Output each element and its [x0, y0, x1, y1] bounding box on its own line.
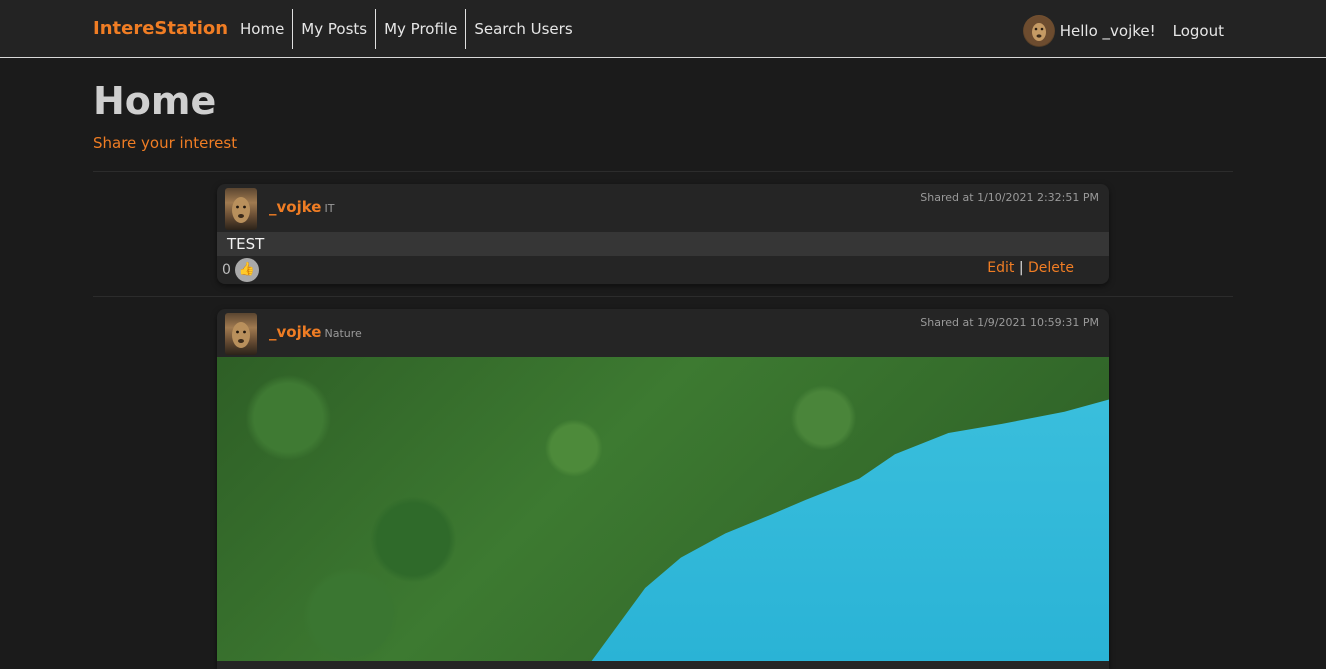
nav-link-my-posts[interactable]: My Posts	[293, 9, 375, 49]
post-body: TEST	[217, 232, 1109, 256]
nav-link-my-profile[interactable]: My Profile	[376, 9, 465, 49]
post-category: IT	[324, 202, 335, 215]
post-timestamp: Shared at 1/9/2021 10:59:31 PM	[920, 316, 1099, 329]
post-timestamp: Shared at 1/10/2021 2:32:51 PM	[920, 191, 1099, 204]
post-avatar-icon[interactable]	[225, 188, 257, 230]
post-footer: 0 👍 Edit | Delete	[217, 256, 1109, 284]
post-author-link[interactable]: _vojke IT	[269, 198, 334, 216]
greeting-text: Hello _vojke!	[1059, 22, 1156, 40]
like-count: 0	[222, 262, 231, 278]
user-menu: Hello _vojke! Logout	[1022, 15, 1224, 47]
share-interest-link[interactable]: Share your interest	[93, 134, 237, 152]
post-avatar-icon[interactable]	[225, 313, 257, 355]
post-card: _vojke Nature Shared at 1/9/2021 10:59:31…	[217, 309, 1109, 669]
top-navbar: IntereStation Home My Posts My Profile S…	[0, 0, 1326, 58]
post-card: _vojke IT Shared at 1/10/2021 2:32:51 PM …	[217, 184, 1109, 284]
lake-water	[591, 399, 1109, 661]
post-header: _vojke Nature Shared at 1/9/2021 10:59:31…	[217, 309, 1109, 357]
divider	[93, 171, 1233, 172]
edit-link[interactable]: Edit	[987, 260, 1014, 276]
post-author-link[interactable]: _vojke Nature	[269, 323, 362, 341]
user-avatar-icon[interactable]	[1022, 15, 1055, 47]
post-category: Nature	[324, 327, 362, 340]
post-author-name: _vojke	[269, 323, 322, 341]
post-header: _vojke IT Shared at 1/10/2021 2:32:51 PM	[217, 184, 1109, 232]
post-actions: Edit | Delete	[987, 260, 1074, 276]
logout-link[interactable]: Logout	[1173, 22, 1224, 40]
thumbs-up-icon[interactable]: 👍	[235, 258, 259, 282]
post-author-name: _vojke	[269, 198, 322, 216]
nav-links: Home My Posts My Profile Search Users	[232, 9, 581, 49]
brand-link[interactable]: IntereStation	[93, 18, 228, 39]
nav-link-search-users[interactable]: Search Users	[466, 9, 580, 49]
page-title: Home	[93, 79, 217, 123]
post-image[interactable]	[217, 357, 1109, 661]
delete-link[interactable]: Delete	[1028, 260, 1074, 276]
divider	[93, 296, 1233, 297]
action-separator: |	[1018, 260, 1024, 276]
nav-link-home[interactable]: Home	[232, 9, 292, 49]
